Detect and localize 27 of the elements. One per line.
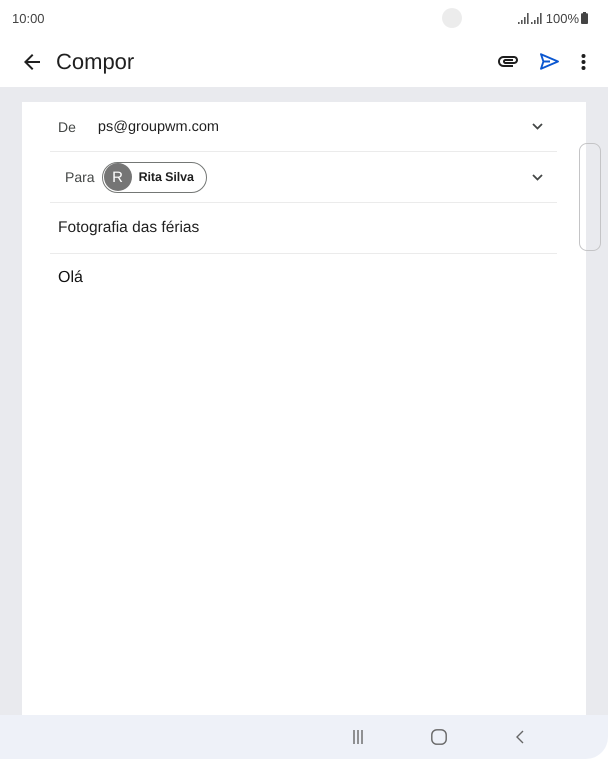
chevron-down-icon[interactable] — [532, 123, 543, 130]
nav-back-button[interactable] — [516, 730, 524, 744]
more-vertical-icon — [581, 54, 586, 70]
chevron-down-icon[interactable] — [532, 174, 543, 180]
signal-icon — [518, 12, 529, 24]
screen-title: Compor — [56, 50, 136, 72]
from-address[interactable]: ps@groupwm.com — [98, 118, 532, 134]
recipient-avatar: R — [104, 163, 132, 191]
message-body-field[interactable]: Olá — [50, 254, 557, 287]
signal-icon — [530, 12, 542, 24]
back-chevron-icon — [516, 730, 524, 744]
back-arrow-icon — [24, 54, 40, 70]
edge-panel-handle[interactable] — [579, 143, 601, 251]
battery-icon — [581, 12, 588, 24]
recent-apps-icon — [353, 730, 363, 744]
home-icon — [431, 729, 447, 745]
to-label: Para — [65, 169, 95, 185]
send-icon — [540, 53, 559, 70]
battery-percentage: 100% — [546, 10, 579, 26]
subject-field[interactable]: Fotografia das férias — [58, 219, 543, 237]
paperclip-icon — [498, 56, 518, 67]
home-button[interactable] — [431, 729, 447, 745]
recipient-chip[interactable]: R Rita Silva — [102, 162, 207, 192]
recent-apps-button[interactable] — [353, 730, 363, 744]
recipient-name: Rita Silva — [138, 170, 194, 184]
status-time: 10:00 — [12, 10, 45, 26]
from-label: De — [58, 118, 76, 134]
